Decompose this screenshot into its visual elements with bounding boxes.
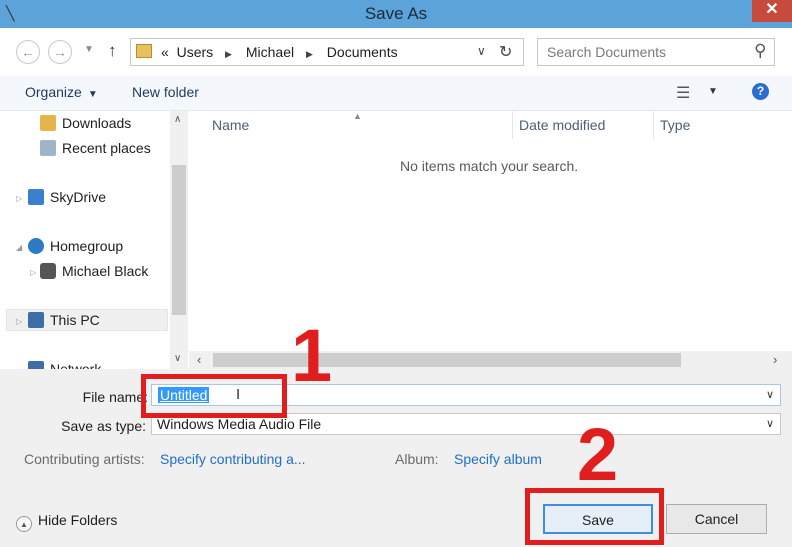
nav-label: Recent places [62, 140, 151, 156]
navigation-pane: Downloads Recent places ▷ SkyDrive ◢ Hom… [0, 111, 188, 369]
forward-button[interactable]: → [48, 40, 72, 64]
column-divider[interactable] [512, 111, 513, 139]
nav-label: Michael Black [62, 263, 149, 279]
downloads-folder-icon [40, 115, 56, 131]
breadcrumb-separator-icon[interactable]: ▶ [225, 49, 232, 59]
search-box[interactable]: Search Documents ⚲ [537, 38, 775, 66]
file-name-label: File name: [82, 389, 148, 405]
annotation-number-1: 1 [291, 314, 333, 397]
chevron-down-icon: ▼ [87, 89, 98, 100]
nav-vertical-scrollbar[interactable]: ∧ ∨ [170, 111, 188, 369]
scrollbar-thumb[interactable] [172, 165, 186, 315]
up-folder-button[interactable]: ↑ [108, 41, 117, 61]
breadcrumb-michael[interactable]: Michael [246, 44, 294, 60]
scrollbar-thumb[interactable] [213, 353, 681, 367]
chevron-down-icon[interactable]: ∨ [766, 388, 774, 401]
command-bar: Organize ▼ New folder ☰ ▼ ? [0, 76, 792, 111]
breadcrumb-documents[interactable]: Documents [327, 44, 398, 60]
expand-icon[interactable]: ▷ [16, 194, 22, 203]
file-list: ▲ Name Date modified Type No items match… [189, 111, 792, 351]
back-button[interactable]: ← [16, 40, 40, 64]
nav-item-downloads[interactable]: Downloads [40, 115, 131, 131]
expand-icon[interactable]: ▷ [30, 268, 36, 277]
search-icon[interactable]: ⚲ [754, 41, 766, 61]
forward-arrow-icon: → [53, 44, 67, 60]
scroll-right-icon[interactable]: › [773, 352, 777, 367]
folder-icon [136, 44, 152, 58]
nav-label: Downloads [62, 115, 132, 131]
window-title: Save As [364, 4, 428, 23]
homegroup-icon [28, 238, 44, 254]
column-header-name[interactable]: Name [212, 117, 249, 133]
details-pane: File name: Untitled I ∨ Save as type: Wi… [0, 369, 792, 547]
nav-item-michael-black[interactable]: Michael Black [40, 263, 148, 279]
album-field[interactable]: Specify album [454, 451, 542, 467]
contributing-artists-field[interactable]: Specify contributing a... [160, 451, 306, 467]
expand-icon[interactable]: ▷ [16, 317, 22, 326]
address-row: ← → ▼ ↑ « Users ▶ Michael ▶ Documents ∨ … [0, 28, 792, 76]
cancel-button[interactable]: Cancel [666, 504, 767, 534]
nav-item-recent-places[interactable]: Recent places [40, 140, 151, 156]
column-header-date-modified[interactable]: Date modified [519, 117, 605, 133]
computer-icon [28, 312, 44, 328]
hide-folders-label: Hide Folders [38, 512, 118, 528]
breadcrumb: « Users ▶ Michael ▶ Documents [161, 44, 398, 60]
save-as-type-value: Windows Media Audio File [157, 416, 322, 432]
scroll-down-icon[interactable]: ∨ [174, 353, 181, 364]
address-bar[interactable]: « Users ▶ Michael ▶ Documents ∨ ↻ [130, 38, 524, 66]
close-button[interactable]: ✕ [752, 0, 792, 22]
user-icon [40, 263, 56, 279]
up-arrow-icon: ↑ [108, 41, 117, 60]
save-as-type-label: Save as type: [61, 418, 146, 434]
title-bar: ╲ Save As ✕ [0, 0, 792, 28]
nav-item-homegroup[interactable]: Homegroup [28, 238, 123, 254]
recent-places-icon [40, 140, 56, 156]
save-as-dialog: ╲ Save As ✕ ← → ▼ ↑ « Users ▶ Michael ▶ … [0, 0, 792, 547]
help-icon[interactable]: ? [752, 83, 769, 100]
nav-label: Network [50, 361, 102, 369]
contributing-artists-label: Contributing artists: [24, 451, 145, 467]
album-label: Album: [395, 451, 439, 467]
breadcrumb-overflow[interactable]: « [161, 44, 169, 60]
nav-item-this-pc[interactable]: This PC [28, 312, 100, 328]
search-input[interactable]: Search Documents [547, 44, 666, 60]
sort-indicator-icon: ▲ [353, 111, 362, 121]
empty-message: No items match your search. [400, 158, 579, 174]
refresh-icon[interactable]: ↻ [499, 42, 512, 62]
column-divider[interactable] [653, 111, 654, 139]
scroll-up-icon[interactable]: ∧ [174, 114, 181, 125]
view-dropdown-icon[interactable]: ▼ [708, 86, 718, 97]
annotation-box-1 [141, 374, 287, 418]
skydrive-icon [28, 189, 44, 205]
annotation-box-2 [525, 488, 664, 545]
back-arrow-icon: ← [21, 44, 35, 60]
column-header-type[interactable]: Type [660, 117, 690, 133]
view-options-icon[interactable]: ☰ [676, 83, 690, 103]
collapse-icon[interactable]: ◢ [16, 243, 22, 252]
annotation-number-2: 2 [577, 413, 619, 496]
scroll-left-icon[interactable]: ‹ [197, 352, 201, 367]
address-dropdown-icon[interactable]: ∨ [477, 44, 486, 58]
nav-label: This PC [50, 312, 100, 328]
new-folder-button[interactable]: New folder [132, 84, 199, 100]
breadcrumb-users[interactable]: Users [177, 44, 214, 60]
nav-label: Homegroup [50, 238, 124, 254]
organize-button[interactable]: Organize ▼ [25, 84, 98, 100]
organize-label: Organize [25, 84, 82, 100]
nav-item-network[interactable]: Network [28, 361, 101, 369]
network-icon [28, 361, 44, 369]
chevron-down-icon[interactable]: ∨ [766, 417, 774, 430]
nav-label: SkyDrive [50, 189, 107, 205]
history-dropdown-icon[interactable]: ▼ [84, 44, 94, 55]
nav-item-skydrive[interactable]: SkyDrive [28, 189, 106, 205]
horizontal-scrollbar[interactable]: ‹ › [189, 351, 792, 369]
breadcrumb-separator-icon[interactable]: ▶ [306, 49, 313, 59]
chevron-up-icon: ▲ [16, 516, 32, 532]
hide-folders-button[interactable]: ▲ Hide Folders [16, 512, 117, 532]
